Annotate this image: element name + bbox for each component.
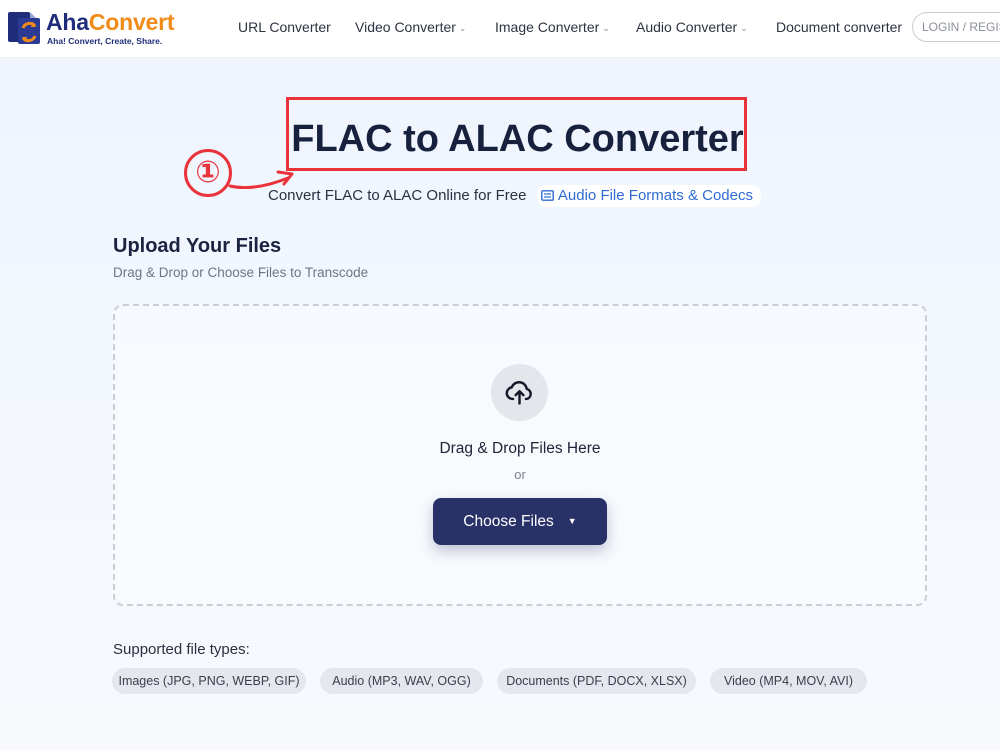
document-list-icon bbox=[541, 190, 554, 201]
brand-name-part1: Aha bbox=[46, 9, 89, 35]
audio-formats-link[interactable]: Audio File Formats & Codecs bbox=[536, 185, 761, 207]
nav-item-label: Audio Converter bbox=[636, 19, 738, 35]
or-separator: or bbox=[514, 467, 526, 482]
nav-audio-converter[interactable]: Audio Converter ⌄ bbox=[636, 18, 748, 38]
nav-url-converter[interactable]: URL Converter bbox=[238, 18, 331, 36]
brand-name-part2: Convert bbox=[88, 9, 175, 35]
nav-item-label: Image Converter bbox=[495, 19, 600, 35]
nav-item-label: URL Converter bbox=[238, 19, 331, 35]
page-title: FLAC to ALAC Converter bbox=[291, 118, 744, 160]
nav-document-converter[interactable]: Document converter bbox=[776, 18, 902, 36]
upload-title: Upload Your Files bbox=[113, 235, 282, 257]
file-type-chip-images: Images (JPG, PNG, WEBP, GIF) bbox=[112, 668, 306, 694]
cloud-upload-icon bbox=[505, 381, 532, 405]
upload-subtitle: Drag & Drop or Choose Files to Transcode bbox=[113, 265, 369, 280]
brand-name: AhaConvert bbox=[46, 9, 175, 35]
chevron-down-icon: ⌄ bbox=[740, 23, 748, 33]
site-header: AhaConvert Aha! Convert, Create, Share. … bbox=[0, 0, 1000, 58]
login-register-button[interactable]: LOGIN / REGISTER bbox=[912, 12, 1000, 42]
brand-tagline: Aha! Convert, Create, Share. bbox=[47, 36, 163, 46]
nav-image-converter[interactable]: Image Converter ⌄ bbox=[495, 18, 610, 38]
nav-item-label: Video Converter bbox=[355, 19, 456, 35]
chevron-down-icon: ⌄ bbox=[602, 23, 610, 33]
logo-icon bbox=[8, 12, 40, 44]
subtitle-row: Convert FLAC to ALAC Online for Free Aud… bbox=[268, 185, 761, 207]
brand-logo[interactable]: AhaConvert Aha! Convert, Create, Share. bbox=[6, 6, 186, 50]
chevron-down-icon: ⌄ bbox=[458, 23, 467, 33]
file-type-chip-audio: Audio (MP3, WAV, OGG) bbox=[320, 668, 483, 694]
nav-video-converter[interactable]: Video Converter ⌄ bbox=[355, 18, 466, 38]
file-type-chip-documents: Documents (PDF, DOCX, XLSX) bbox=[497, 668, 696, 694]
choose-files-label: Choose Files bbox=[463, 513, 554, 530]
choose-files-button[interactable]: Choose Files ▼ bbox=[433, 498, 607, 545]
page-subtitle: Convert FLAC to ALAC Online for Free bbox=[268, 187, 527, 204]
nav-item-label: Document converter bbox=[776, 19, 903, 35]
supported-types-label: Supported file types: bbox=[113, 641, 250, 658]
drop-instruction: Drag & Drop Files Here bbox=[439, 440, 601, 457]
audio-formats-link-label: Audio File Formats & Codecs bbox=[557, 187, 753, 204]
caret-down-icon: ▼ bbox=[567, 516, 577, 526]
annotation-marker: ① bbox=[184, 149, 232, 197]
upload-icon-wrapper[interactable] bbox=[491, 364, 548, 421]
file-type-chip-video: Video (MP4, MOV, AVI) bbox=[710, 668, 867, 694]
